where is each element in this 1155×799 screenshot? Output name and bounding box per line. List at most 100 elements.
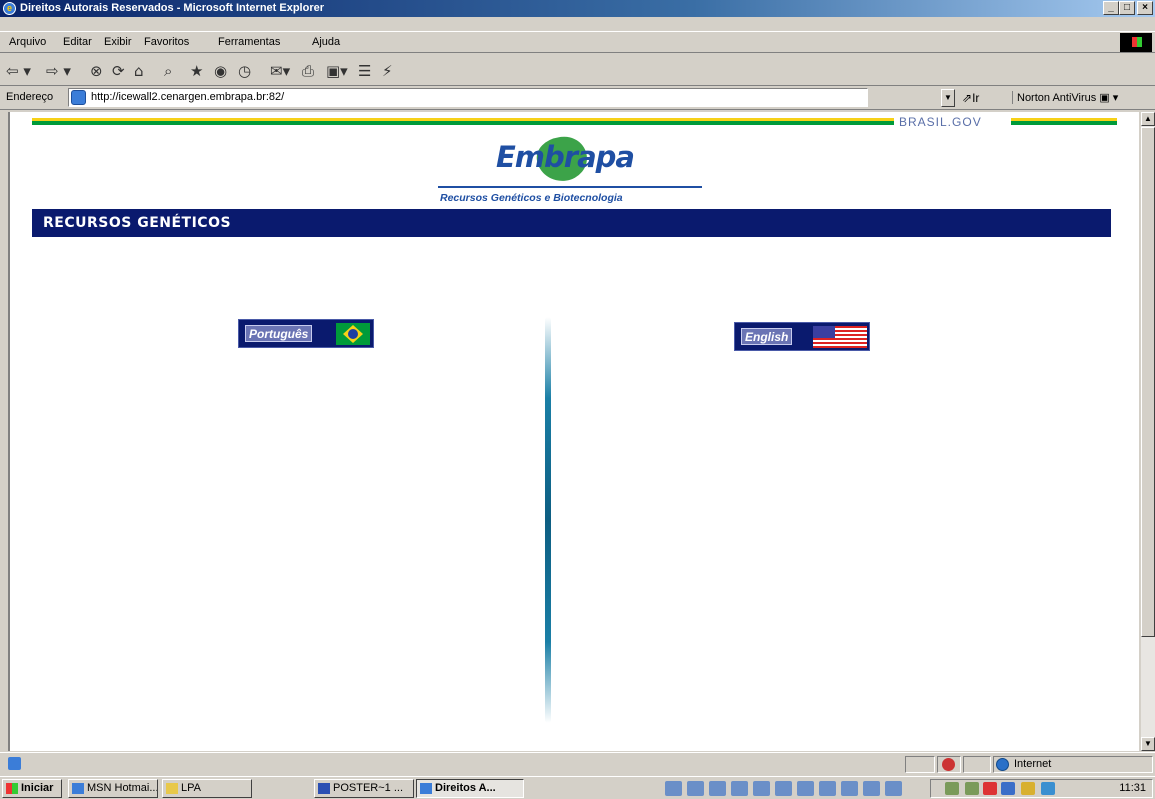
quick-launch-app6-icon[interactable] [885, 781, 902, 796]
task-label: MSN Hotmai... [87, 782, 158, 794]
status-zone: Internet [1014, 758, 1052, 770]
address-bar: Endereço http://icewall2.cenargen.embrap… [0, 86, 1155, 110]
status-bar: Internet [0, 752, 1155, 774]
stop-icon[interactable]: ⊗ [90, 62, 103, 80]
task-msn-hotmail[interactable]: MSN Hotmai... [68, 779, 158, 798]
messenger-icon[interactable]: ⚡ [382, 62, 393, 80]
back-icon[interactable]: ⇦ ▾ [6, 62, 31, 80]
menu-bar: Arquivo Editar Exibir Favoritos Ferramen… [0, 31, 1155, 53]
quick-launch-tool-icon[interactable] [753, 781, 770, 796]
close-button[interactable]: × [1137, 1, 1153, 15]
tray-bulb-icon[interactable] [1021, 782, 1035, 795]
english-label: English [741, 328, 793, 345]
gov-stripe-left [32, 118, 894, 125]
taskbar: Iniciar MSN Hotmai... LPA POSTER~1 ... D… [0, 776, 1155, 799]
vertical-scrollbar[interactable]: ▲ ▼ [1141, 112, 1155, 751]
search-icon[interactable]: ⌕ [164, 62, 172, 80]
scroll-down-icon[interactable]: ▼ [1141, 737, 1155, 751]
history-icon[interactable]: ◷ [238, 62, 251, 80]
tray-network-icon[interactable] [945, 782, 959, 795]
embrapa-wordmark: Embrapa [496, 140, 635, 174]
ie-task-icon [72, 783, 84, 794]
tray-calendar-icon[interactable] [1001, 782, 1015, 795]
windows-flag-icon [6, 783, 18, 794]
task-direitos[interactable]: Direitos A... [416, 779, 524, 798]
media-icon[interactable]: ◉ [214, 62, 227, 80]
start-label: Iniciar [21, 782, 54, 794]
tray-app-icon[interactable] [965, 782, 979, 795]
maximize-button[interactable]: □ [1119, 1, 1135, 15]
home-icon[interactable]: ⌂ [134, 62, 144, 80]
go-label: Ir [972, 91, 980, 105]
clock: 11:31 [1119, 782, 1146, 794]
scroll-thumb[interactable] [1141, 127, 1155, 637]
embrapa-logo: Embrapa [496, 133, 666, 185]
print-icon[interactable]: ⎙ [302, 62, 314, 80]
task-label: Direitos A... [435, 782, 496, 794]
quick-launch [665, 781, 902, 796]
brazil-flag-icon [336, 323, 370, 345]
menu-editar[interactable]: Editar [63, 36, 92, 48]
quick-launch-media-icon[interactable] [731, 781, 748, 796]
section-header: RECURSOS GENÉTICOS [32, 209, 1111, 237]
ie-task-icon [420, 783, 432, 794]
status-segment-3 [963, 756, 991, 773]
address-label: Endereço [6, 91, 54, 103]
english-button[interactable]: English [734, 322, 870, 351]
task-label: LPA [181, 782, 201, 794]
menu-exibir[interactable]: Exibir [104, 36, 132, 48]
favorites-icon[interactable]: ★ [190, 62, 203, 80]
quick-launch-app5-icon[interactable] [863, 781, 880, 796]
norton-icon: ▣ ▾ [1099, 92, 1119, 104]
toolbar: ⇦ ▾ ⇨ ▾ ⊗ ⟳ ⌂ ⌕ ★ ◉ ◷ ✉▾ ⎙ ▣▾ ☰ ⚡ [0, 56, 1155, 86]
quick-launch-mail-icon[interactable] [775, 781, 792, 796]
brasil-gov-link[interactable]: BRASIL.GOV [899, 115, 982, 129]
quick-launch-app2-icon[interactable] [797, 781, 814, 796]
forward-icon[interactable]: ⇨ ▾ [46, 62, 71, 80]
quick-launch-app-icon[interactable] [709, 781, 726, 796]
tray-save-icon[interactable] [1041, 782, 1055, 795]
popup-blocker-icon[interactable] [942, 758, 955, 771]
word-icon [318, 783, 330, 794]
task-lpa[interactable]: LPA [162, 779, 252, 798]
windows-logo [1120, 33, 1152, 52]
status-segment-1 [905, 756, 935, 773]
page-icon [71, 90, 86, 105]
section-title: RECURSOS GENÉTICOS [43, 215, 232, 231]
go-button[interactable]: ⇗Ir [962, 91, 979, 105]
window-title: Direitos Autorais Reservados - Microsoft… [20, 2, 324, 14]
refresh-icon[interactable]: ⟳ [112, 62, 125, 80]
address-dropdown-button[interactable]: ▼ [941, 89, 955, 107]
address-input[interactable]: http://icewall2.cenargen.embrapa.br:82/ [68, 88, 868, 107]
quick-launch-desktop-icon[interactable] [687, 781, 704, 796]
task-label: POSTER~1 ... [333, 782, 403, 794]
edit-icon[interactable]: ▣▾ [326, 62, 348, 80]
logo-divider [438, 186, 702, 188]
portugues-label: Português [245, 325, 313, 342]
folder-icon [166, 783, 178, 794]
quick-launch-ie-icon[interactable] [665, 781, 682, 796]
scroll-up-icon[interactable]: ▲ [1141, 112, 1155, 126]
quick-launch-app4-icon[interactable] [841, 781, 858, 796]
menu-ferramentas[interactable]: Ferramentas [218, 36, 280, 48]
norton-antivirus-toolbar[interactable]: Norton AntiVirus ▣ ▾ [1012, 91, 1118, 104]
tray-flash-icon[interactable] [983, 782, 997, 795]
mail-icon[interactable]: ✉▾ [270, 62, 290, 80]
internet-explorer-icon[interactable]: e [3, 2, 16, 15]
status-segment-2 [937, 756, 961, 773]
portugues-button[interactable]: Português [238, 319, 374, 348]
task-poster[interactable]: POSTER~1 ... [314, 779, 414, 798]
start-button[interactable]: Iniciar [2, 779, 62, 798]
page-viewport: BRASIL.GOV Embrapa Recursos Genéticos e … [8, 112, 1139, 751]
menu-favoritos[interactable]: Favoritos [144, 36, 189, 48]
menu-arquivo[interactable]: Arquivo [9, 36, 46, 48]
logo-subtitle: Recursos Genéticos e Biotecnologia [440, 192, 623, 204]
address-url[interactable]: http://icewall2.cenargen.embrapa.br:82/ [91, 91, 284, 103]
quick-launch-app3-icon[interactable] [819, 781, 836, 796]
system-tray: 11:31 [930, 779, 1153, 798]
menu-ajuda[interactable]: Ajuda [312, 36, 340, 48]
minimize-button[interactable]: _ [1103, 1, 1119, 15]
norton-label: Norton AntiVirus [1017, 92, 1097, 104]
discuss-icon[interactable]: ☰ [358, 62, 371, 80]
window-controls: _ □ × [1103, 1, 1153, 15]
